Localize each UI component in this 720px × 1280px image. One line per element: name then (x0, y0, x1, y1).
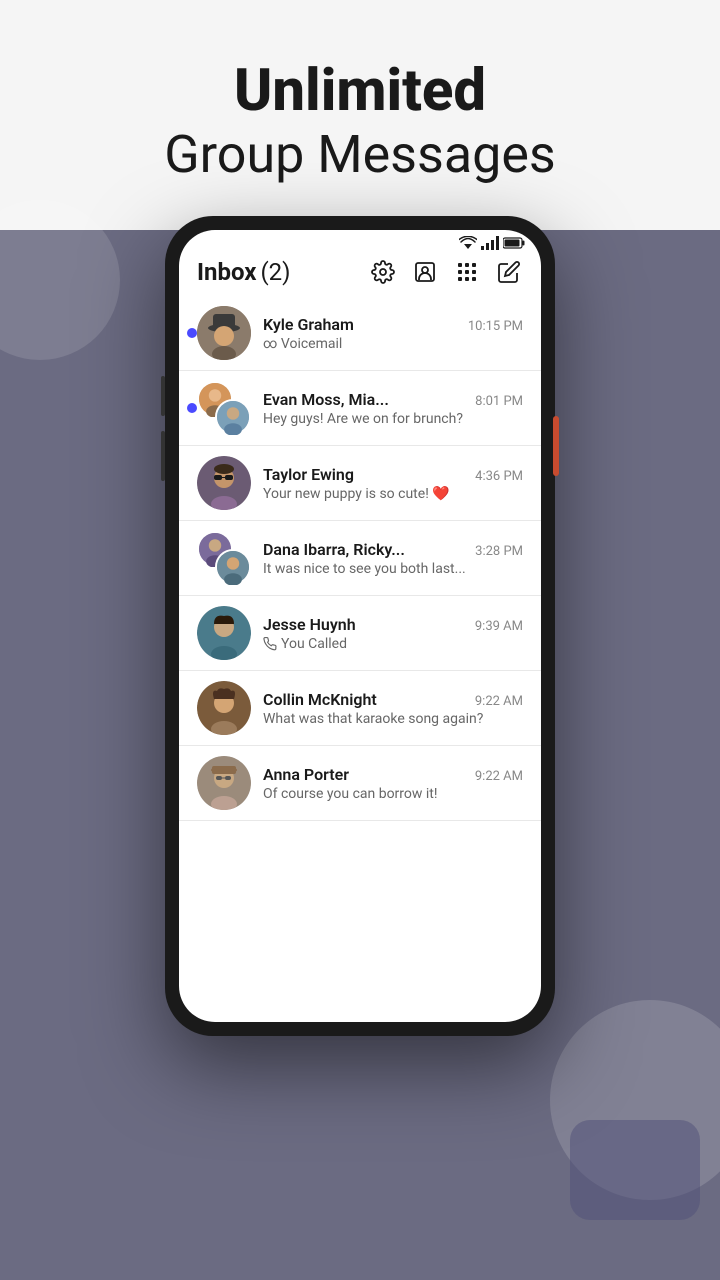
contact-name-taylor: Taylor Ewing (263, 465, 354, 484)
message-time-jesse: 9:39 AM (475, 619, 523, 634)
phone-screen: Inbox (2) (179, 230, 541, 1022)
inbox-header: Inbox (2) (179, 252, 541, 296)
message-preview-kyle: ∞ Voicemail (263, 336, 523, 352)
settings-icon-button[interactable] (369, 258, 397, 286)
inbox-action-icons (369, 258, 523, 286)
contact-name-collin: Collin McKnight (263, 690, 377, 709)
avatar-kyle (197, 306, 251, 360)
signal-icon (481, 236, 499, 250)
contact-name-kyle: Kyle Graham (263, 315, 354, 334)
message-time-dana: 3:28 PM (475, 544, 523, 559)
settings-icon (371, 260, 395, 284)
unread-indicator-kyle (187, 328, 197, 338)
message-time-evan: 8:01 PM (475, 394, 523, 409)
message-item-anna[interactable]: Anna Porter 9:22 AM Of course you can bo… (179, 746, 541, 821)
message-preview-evan: Hey guys! Are we on for brunch? (263, 411, 523, 427)
message-item-kyle[interactable]: Kyle Graham 10:15 PM ∞ Voicemail (179, 296, 541, 371)
hero-header: Unlimited Group Messages (0, 0, 720, 216)
status-bar (179, 230, 541, 252)
avatar-dana-group (197, 531, 251, 585)
compose-icon-button[interactable] (495, 258, 523, 286)
message-item-dana[interactable]: Dana Ibarra, Ricky... 3:28 PM It was nic… (179, 521, 541, 596)
avatar-evan-group (197, 381, 251, 435)
contacts-icon-button[interactable] (411, 258, 439, 286)
message-content-jesse: Jesse Huynh 9:39 AM You Called (263, 615, 523, 652)
message-preview-jesse: You Called (263, 636, 523, 652)
avatar-jesse (197, 606, 251, 660)
message-item-collin[interactable]: Collin McKnight 9:22 AM What was that ka… (179, 671, 541, 746)
hero-title-light: Group Messages (0, 124, 720, 186)
inbox-title: Inbox (197, 258, 256, 286)
message-content-collin: Collin McKnight 9:22 AM What was that ka… (263, 690, 523, 727)
message-item-taylor[interactable]: Taylor Ewing 4:36 PM Your new puppy is s… (179, 446, 541, 521)
apps-icon (455, 260, 479, 284)
wifi-icon (459, 236, 477, 250)
message-preview-dana: It was nice to see you both last... (263, 561, 523, 577)
hero-title-bold: Unlimited (0, 60, 720, 124)
contacts-icon (413, 260, 437, 284)
phone-icon (263, 637, 277, 651)
avatar-anna (197, 756, 251, 810)
message-time-collin: 9:22 AM (475, 694, 523, 709)
message-time-taylor: 4:36 PM (475, 469, 523, 484)
message-item-jesse[interactable]: Jesse Huynh 9:39 AM You Called (179, 596, 541, 671)
phone-wrapper: Inbox (2) (0, 216, 720, 1036)
contact-name-evan: Evan Moss, Mia... (263, 390, 389, 409)
message-preview-anna: Of course you can borrow it! (263, 786, 523, 802)
message-content-dana: Dana Ibarra, Ricky... 3:28 PM It was nic… (263, 540, 523, 577)
phone-side-button (553, 416, 559, 476)
message-content-kyle: Kyle Graham 10:15 PM ∞ Voicemail (263, 315, 523, 352)
message-preview-collin: What was that karaoke song again? (263, 711, 523, 727)
contact-name-anna: Anna Porter (263, 765, 349, 784)
phone-vol-down-button (161, 431, 165, 481)
message-time-kyle: 10:15 PM (468, 319, 523, 334)
hero-background: Unlimited Group Messages (0, 0, 720, 1280)
phone-vol-up-button (161, 376, 165, 416)
message-preview-taylor: Your new puppy is so cute! ❤️ (263, 486, 523, 502)
message-list: Kyle Graham 10:15 PM ∞ Voicemail (179, 296, 541, 1022)
inbox-count: (2) (260, 258, 290, 286)
phone-frame: Inbox (2) (165, 216, 555, 1036)
avatar-taylor (197, 456, 251, 510)
contact-name-jesse: Jesse Huynh (263, 615, 356, 634)
message-content-evan: Evan Moss, Mia... 8:01 PM Hey guys! Are … (263, 390, 523, 427)
avatar-collin (197, 681, 251, 735)
message-item-evan[interactable]: Evan Moss, Mia... 8:01 PM Hey guys! Are … (179, 371, 541, 446)
message-content-taylor: Taylor Ewing 4:36 PM Your new puppy is s… (263, 465, 523, 502)
message-time-anna: 9:22 AM (475, 769, 523, 784)
message-content-anna: Anna Porter 9:22 AM Of course you can bo… (263, 765, 523, 802)
compose-icon (497, 260, 521, 284)
battery-icon (503, 237, 525, 249)
apps-icon-button[interactable] (453, 258, 481, 286)
bg-decoration-bubble (570, 1120, 700, 1220)
unread-indicator-evan (187, 403, 197, 413)
contact-name-dana: Dana Ibarra, Ricky... (263, 540, 405, 559)
